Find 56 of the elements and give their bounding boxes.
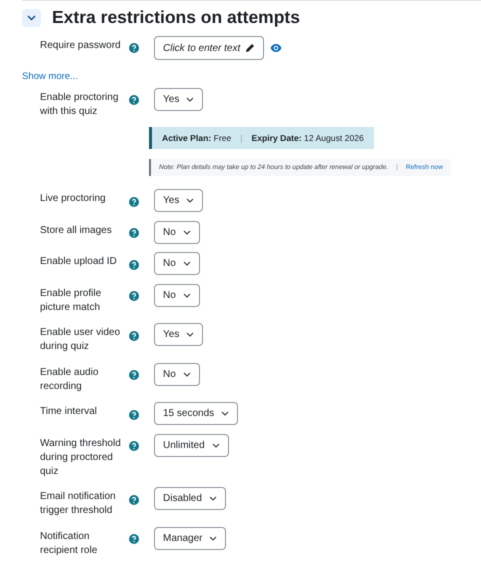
field-label: Time interval <box>40 405 98 420</box>
help-icon[interactable] <box>129 368 139 378</box>
field-label: Email notification trigger threshold <box>40 490 117 518</box>
caret-icon <box>182 372 191 377</box>
field-label: Enable profile picture match <box>40 286 102 315</box>
help-icon[interactable] <box>129 257 139 268</box>
field-label: Live proctoring <box>40 192 107 206</box>
select-field[interactable]: Yes <box>154 323 204 346</box>
field-label: Enable upload ID <box>40 255 118 270</box>
caret-icon <box>186 96 194 102</box>
caret-icon <box>186 198 194 204</box>
plan-info: Active Plan: Free <box>162 132 232 145</box>
pencil-icon <box>245 43 256 53</box>
field-label: Enable proctoring with this quiz <box>40 90 120 119</box>
caret-icon <box>182 292 191 298</box>
show-more-link[interactable]: Show more... <box>22 70 78 84</box>
help-icon[interactable] <box>129 194 139 204</box>
help-icon[interactable] <box>129 438 139 449</box>
caret-icon <box>182 261 191 266</box>
collapse-toggle[interactable] <box>22 8 41 26</box>
select-field[interactable]: Yes <box>154 189 204 212</box>
select-field[interactable]: Manager <box>154 526 226 550</box>
select-field[interactable]: Unlimited <box>154 434 229 457</box>
password-field[interactable]: Click to enter text <box>154 36 264 60</box>
help-icon[interactable] <box>129 492 139 502</box>
field-label: Enable user video during quiz <box>40 326 122 354</box>
select-field[interactable]: No <box>154 284 200 307</box>
field-label: Enable audio recording <box>40 366 100 394</box>
caret-icon <box>221 411 230 416</box>
help-icon[interactable] <box>129 288 139 299</box>
caret-icon <box>182 230 191 235</box>
caret-icon <box>186 332 194 338</box>
help-icon[interactable] <box>129 407 139 418</box>
select-field[interactable]: 15 seconds <box>154 402 238 426</box>
select-field[interactable]: No <box>154 362 200 386</box>
help-icon[interactable] <box>129 328 139 338</box>
help-icon[interactable] <box>129 41 139 51</box>
chevron-icon <box>27 14 36 20</box>
caret-icon <box>209 536 218 541</box>
select-field[interactable]: Yes <box>154 88 204 111</box>
caret-icon <box>208 496 217 502</box>
help-icon[interactable] <box>129 226 139 236</box>
plan-info: Expiry Date: 12 August 2026 <box>252 132 364 145</box>
separator: | <box>240 132 242 145</box>
field-label: Notification recipient role <box>40 530 98 558</box>
caret-icon <box>212 442 220 448</box>
select-field[interactable]: Disabled <box>154 487 226 510</box>
help-icon[interactable] <box>129 532 139 542</box>
help-icon[interactable] <box>129 92 139 103</box>
field-label: Store all images <box>40 224 113 238</box>
select-field[interactable]: No <box>154 252 200 276</box>
field-label: Warning threshold during proctored quiz <box>40 436 122 479</box>
select-field[interactable]: No <box>154 220 200 244</box>
section-title: Extra restrictions on attempts <box>52 7 300 28</box>
eye-icon[interactable] <box>270 43 282 53</box>
field-label: Require password <box>40 39 122 53</box>
